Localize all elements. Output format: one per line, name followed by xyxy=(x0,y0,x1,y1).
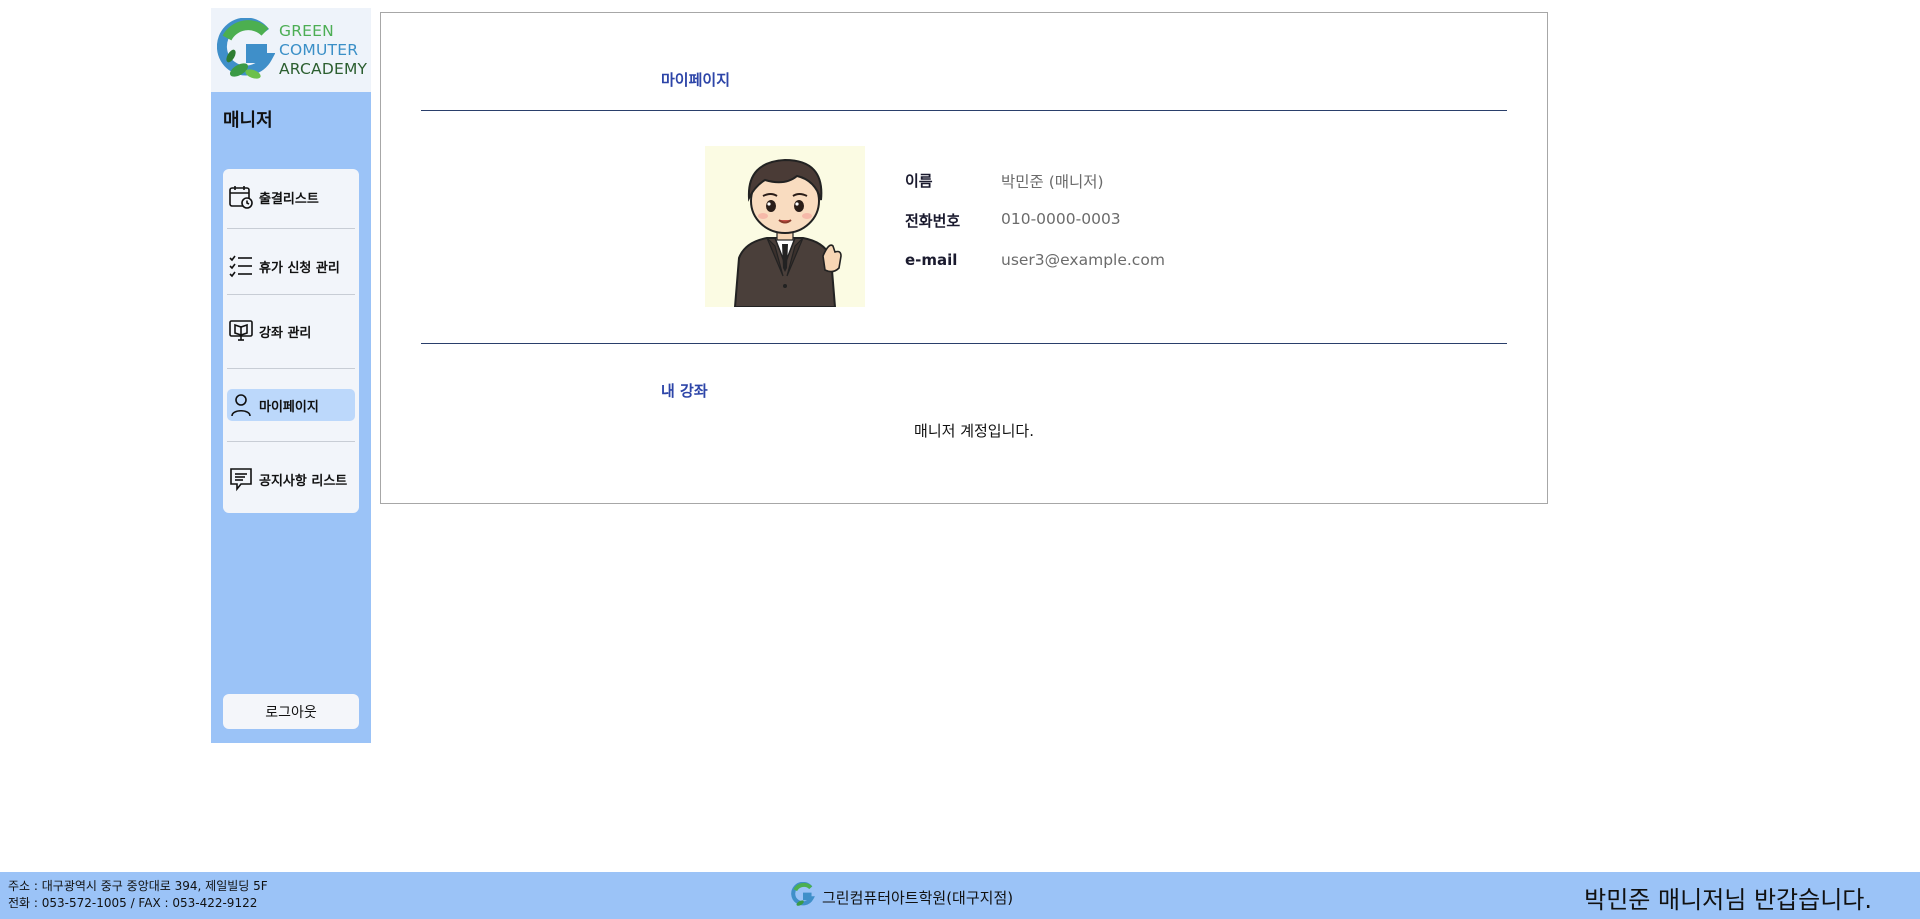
logo-line-3: ARCADEMY xyxy=(279,59,368,78)
footer-brand[interactable]: 그린컴퓨터아트학원(대구지점) xyxy=(790,881,1014,912)
user-icon xyxy=(227,391,255,419)
sidebar-item-label: 공지사항 리스트 xyxy=(259,473,348,489)
sidebar-item-mypage[interactable]: 마이페이지 xyxy=(227,389,355,421)
checklist-icon xyxy=(227,252,255,280)
email-label: e-mail xyxy=(905,251,958,269)
logo-g-icon xyxy=(790,881,816,912)
sidebar-item-label: 마이페이지 xyxy=(259,399,319,415)
sidebar-item-courses[interactable]: 강좌 관리 xyxy=(227,315,355,347)
courses-notice-text: 매니저 계정입니다. xyxy=(914,422,1034,440)
sidebar-item-notices[interactable]: 공지사항 리스트 xyxy=(227,463,355,495)
menu-divider xyxy=(227,294,355,295)
sidebar: GREEN COMUTER ARCADEMY 매니저 출결리스트 휴가 신청 관… xyxy=(211,8,371,743)
menu-divider xyxy=(227,441,355,442)
logo-line-2: COMUTER xyxy=(279,40,359,59)
mypage-panel: 마이페이지 이름 박민준 (매니저) 전화번호 010-0000-0003 e-… xyxy=(380,12,1548,504)
footer: 주소 : 대구광역시 중구 중앙대로 394, 제일빌딩 5F 전화 : 053… xyxy=(0,872,1920,919)
name-label: 이름 xyxy=(905,172,933,190)
email-value: user3@example.com xyxy=(1001,251,1165,269)
welcome-message: 박민준 매니저님 반갑습니다. xyxy=(1584,886,1872,914)
courses-notice: 매니저 계정입니다. xyxy=(381,420,1547,441)
divider-top xyxy=(421,110,1507,111)
phone-label: 전화번호 xyxy=(905,212,961,230)
logout-button[interactable]: 로그아웃 xyxy=(223,694,359,729)
sidebar-item-vacation[interactable]: 휴가 신청 관리 xyxy=(227,250,355,282)
phone-fax-line: 전화 : 053-572-1005 / FAX : 053-422-9122 xyxy=(8,896,258,910)
page-title: 마이페이지 xyxy=(661,71,731,89)
logo-text: GREEN COMUTER ARCADEMY xyxy=(279,22,367,79)
courses-title: 내 강좌 xyxy=(661,382,708,400)
logo[interactable]: GREEN COMUTER ARCADEMY xyxy=(211,8,371,92)
sidebar-item-label: 휴가 신청 관리 xyxy=(259,260,340,276)
academy-name: 그린컴퓨터아트학원(대구지점) xyxy=(822,888,1014,907)
sidebar-item-label: 강좌 관리 xyxy=(259,325,312,341)
menu-divider xyxy=(227,368,355,369)
sidebar-item-attendance[interactable]: 출결리스트 xyxy=(227,181,355,213)
menu-divider xyxy=(227,228,355,229)
sidebar-item-label: 출결리스트 xyxy=(259,191,319,207)
divider-bottom xyxy=(421,343,1507,344)
logo-line-1: GREEN xyxy=(279,21,334,40)
name-value: 박민준 (매니저) xyxy=(1001,173,1104,191)
role-title: 매니저 xyxy=(223,110,273,131)
avatar xyxy=(705,146,865,307)
footer-address: 주소 : 대구광역시 중구 중앙대로 394, 제일빌딩 5F 전화 : 053… xyxy=(8,878,268,912)
book-monitor-icon xyxy=(227,317,255,345)
phone-value: 010-0000-0003 xyxy=(1001,210,1121,228)
logo-g-icon xyxy=(216,17,276,82)
sidebar-menu: 출결리스트 휴가 신청 관리 강좌 관리 마이페이지 공지사항 리스트 xyxy=(223,169,359,513)
calendar-clock-icon xyxy=(227,183,255,211)
address-line: 주소 : 대구광역시 중구 중앙대로 394, 제일빌딩 5F xyxy=(8,879,268,893)
chat-note-icon xyxy=(227,465,255,493)
